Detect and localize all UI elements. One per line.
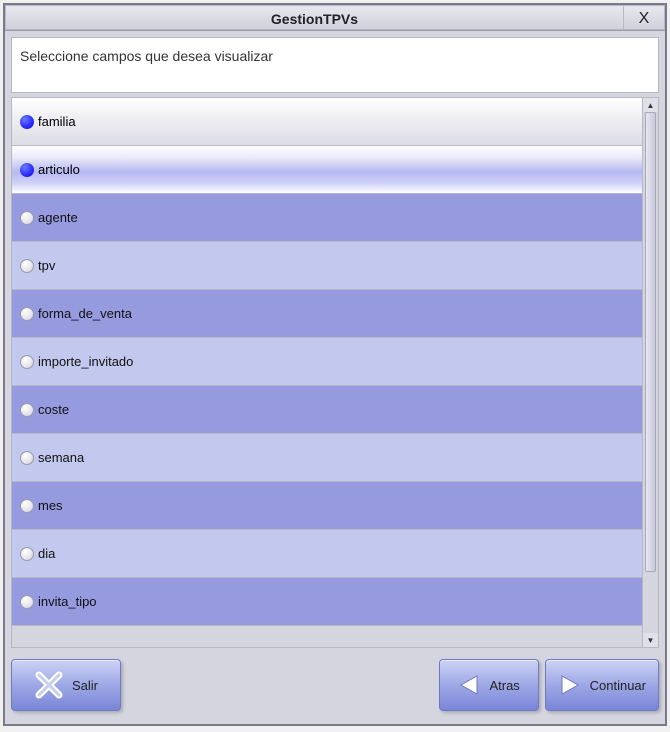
radio-icon[interactable] — [20, 403, 34, 417]
radio-icon[interactable] — [20, 163, 34, 177]
exit-button[interactable]: Salir — [11, 659, 121, 711]
field-row[interactable]: mes — [12, 482, 642, 530]
back-button-label: Atras — [489, 678, 519, 693]
field-label: coste — [38, 402, 69, 417]
field-label: semana — [38, 450, 84, 465]
radio-icon[interactable] — [20, 211, 34, 225]
field-label: dia — [38, 546, 55, 561]
radio-icon[interactable] — [20, 115, 34, 129]
field-label: agente — [38, 210, 78, 225]
continue-button[interactable]: Continuar — [545, 659, 659, 711]
radio-icon[interactable] — [20, 595, 34, 609]
titlebar: GestionTPVs X — [5, 5, 665, 31]
field-label: tpv — [38, 258, 55, 273]
scrollbar[interactable]: ▲ ▼ — [643, 97, 659, 648]
field-row[interactable]: tpv — [12, 242, 642, 290]
scroll-thumb[interactable] — [645, 112, 656, 572]
back-button[interactable]: Atras — [439, 659, 539, 711]
instruction-text: Seleccione campos que desea visualizar — [11, 37, 659, 93]
radio-icon[interactable] — [20, 355, 34, 369]
field-row[interactable]: articulo — [12, 146, 642, 194]
field-label: invita_tipo — [38, 594, 97, 609]
field-label: forma_de_venta — [38, 306, 132, 321]
triangle-left-icon — [457, 673, 481, 697]
close-button[interactable]: X — [623, 5, 665, 30]
field-list[interactable]: familia articulo agente tpv forma_de_ventaim… — [11, 97, 643, 648]
exit-button-label: Salir — [72, 678, 98, 693]
scroll-up-arrow-icon[interactable]: ▲ — [643, 98, 658, 112]
window-title: GestionTPVs — [5, 5, 623, 30]
field-label: importe_invitado — [38, 354, 133, 369]
x-icon — [34, 670, 64, 700]
field-row[interactable]: forma_de_venta — [12, 290, 642, 338]
radio-icon[interactable] — [20, 547, 34, 561]
triangle-right-icon — [558, 673, 582, 697]
field-row[interactable]: coste — [12, 386, 642, 434]
radio-icon[interactable] — [20, 259, 34, 273]
field-row[interactable]: familia — [12, 98, 642, 146]
field-row[interactable]: importe_invitado — [12, 338, 642, 386]
field-row[interactable]: semana — [12, 434, 642, 482]
continue-button-label: Continuar — [590, 678, 646, 693]
radio-icon[interactable] — [20, 451, 34, 465]
field-row[interactable]: dia — [12, 530, 642, 578]
field-row[interactable]: invita_tipo — [12, 578, 642, 626]
field-label: mes — [38, 498, 63, 513]
field-label: articulo — [38, 162, 80, 177]
field-label: familia — [38, 114, 76, 129]
dialog-window: GestionTPVs X Seleccione campos que dese… — [3, 3, 667, 726]
footer: Salir Atras Continuar — [11, 652, 659, 718]
scroll-down-arrow-icon[interactable]: ▼ — [643, 633, 658, 647]
radio-icon[interactable] — [20, 307, 34, 321]
field-list-container: familia articulo agente tpv forma_de_ventaim… — [11, 97, 659, 648]
radio-icon[interactable] — [20, 499, 34, 513]
field-row[interactable]: agente — [12, 194, 642, 242]
